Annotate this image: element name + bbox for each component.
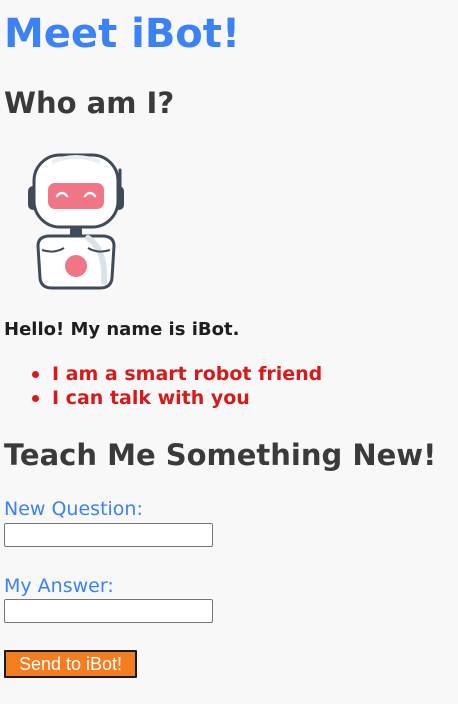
question-input[interactable]: [4, 523, 213, 547]
robot-illustration-icon: [24, 150, 128, 292]
answer-input[interactable]: [4, 599, 213, 623]
send-button[interactable]: Send to iBot!: [4, 650, 137, 678]
fact-item: I am a smart robot friend: [31, 363, 323, 385]
fact-list: I am a smart robot friend I can talk wit…: [31, 362, 323, 410]
greeting-text: Hello! My name is iBot.: [4, 319, 240, 340]
teach-heading: Teach Me Something New!: [4, 438, 437, 472]
answer-label: My Answer:: [4, 575, 114, 597]
fact-item: I can talk with you: [31, 386, 322, 410]
who-am-i-heading: Who am I?: [4, 86, 175, 120]
question-label: New Question:: [4, 498, 143, 520]
page-title: Meet iBot!: [4, 11, 241, 57]
